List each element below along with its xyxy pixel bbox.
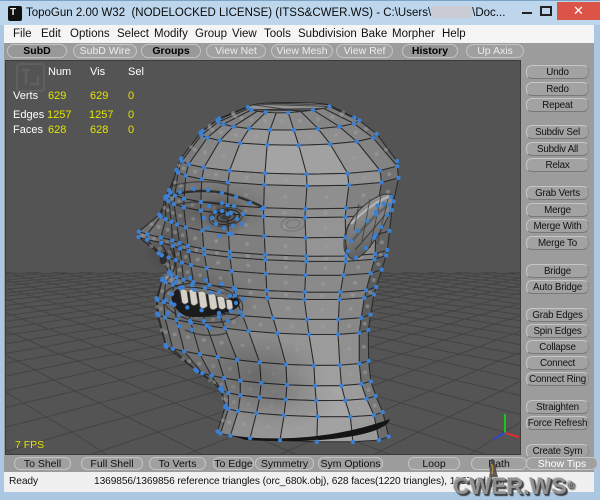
svg-text:Vis: Vis	[90, 66, 106, 78]
svg-text:Verts: Verts	[13, 90, 39, 102]
svg-text:Num: Num	[48, 66, 71, 78]
svg-text:Faces: Faces	[13, 124, 43, 136]
svg-text:0: 0	[128, 124, 134, 136]
svg-text:0: 0	[128, 109, 134, 121]
svg-text:1257: 1257	[47, 109, 71, 121]
svg-text:628: 628	[48, 124, 66, 136]
svg-text:7 FPS: 7 FPS	[15, 439, 44, 451]
svg-text:Edges: Edges	[13, 109, 45, 121]
svg-text:0: 0	[128, 90, 134, 102]
svg-text:629: 629	[90, 90, 108, 102]
svg-text:1257: 1257	[89, 109, 113, 121]
svg-text:629: 629	[48, 90, 66, 102]
svg-text:Sel: Sel	[128, 66, 144, 78]
svg-text:628: 628	[90, 124, 108, 136]
